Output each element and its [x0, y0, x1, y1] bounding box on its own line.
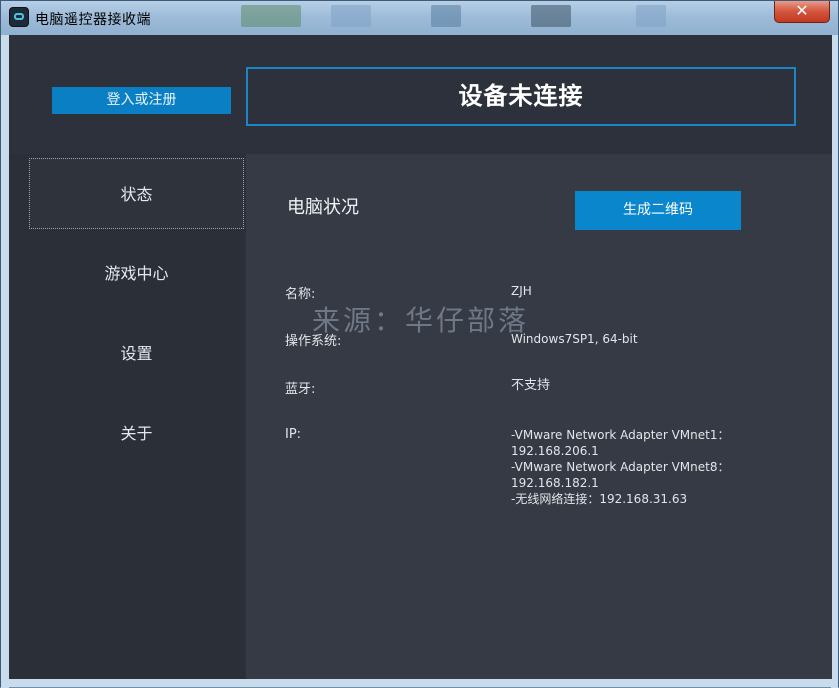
sidebar-item-settings[interactable]: 设置: [29, 318, 244, 389]
sidebar: 状态 游戏中心 设置 关于: [9, 154, 246, 679]
ip-line: -无线网络连接：192.168.31.63: [511, 492, 688, 506]
ip-line: -VMware Network Adapter VMnet8：: [511, 460, 730, 474]
background-deco: [636, 5, 666, 27]
ip-value: -VMware Network Adapter VMnet1： 192.168.…: [511, 427, 729, 507]
ip-label: IP:: [285, 427, 302, 442]
window-frame-right: [831, 35, 838, 688]
sidebar-item-game-center[interactable]: 游戏中心: [29, 238, 244, 309]
header-area: 登入或注册 设备未连接: [9, 35, 832, 154]
window-frame-left: [1, 35, 9, 688]
bluetooth-value: 不支持: [511, 378, 551, 393]
close-button[interactable]: ✕: [774, 1, 830, 23]
background-deco: [431, 5, 461, 27]
name-value: ZJH: [511, 284, 532, 298]
background-deco: [531, 5, 571, 27]
title-bar[interactable]: 电脑遥控器接收端 ✕: [1, 1, 838, 35]
bluetooth-label: 蓝牙:: [285, 382, 316, 397]
app-window: 电脑遥控器接收端 ✕ 登入或注册 设备未连接 状态 游戏中心 设置 关于 电脑状…: [0, 0, 839, 688]
sidebar-item-status[interactable]: 状态: [29, 158, 244, 229]
watermark-text: 来源：华仔部落: [312, 304, 530, 337]
generate-qr-button[interactable]: 生成二维码: [575, 191, 741, 230]
background-deco: [241, 5, 301, 27]
ip-line: -VMware Network Adapter VMnet1：: [511, 428, 730, 442]
name-label: 名称:: [285, 287, 316, 302]
client-area: 登入或注册 设备未连接 状态 游戏中心 设置 关于 电脑状况 生成二维码 名称:…: [9, 35, 832, 679]
ip-line: 192.168.182.1: [511, 476, 599, 490]
section-title: 电脑状况: [287, 197, 359, 218]
connection-status: 设备未连接: [246, 67, 796, 126]
background-deco: [331, 5, 371, 27]
window-frame-bottom: [1, 679, 838, 687]
os-value: Windows7SP1, 64-bit: [511, 332, 638, 346]
sidebar-item-about[interactable]: 关于: [29, 398, 244, 469]
window-title: 电脑遥控器接收端: [35, 12, 151, 28]
login-register-button[interactable]: 登入或注册: [52, 87, 231, 114]
ip-line: 192.168.206.1: [511, 444, 599, 458]
app-icon: [9, 7, 29, 27]
main-panel: 电脑状况 生成二维码 名称: ZJH 操作系统: Windows7SP1, 64…: [246, 154, 832, 679]
